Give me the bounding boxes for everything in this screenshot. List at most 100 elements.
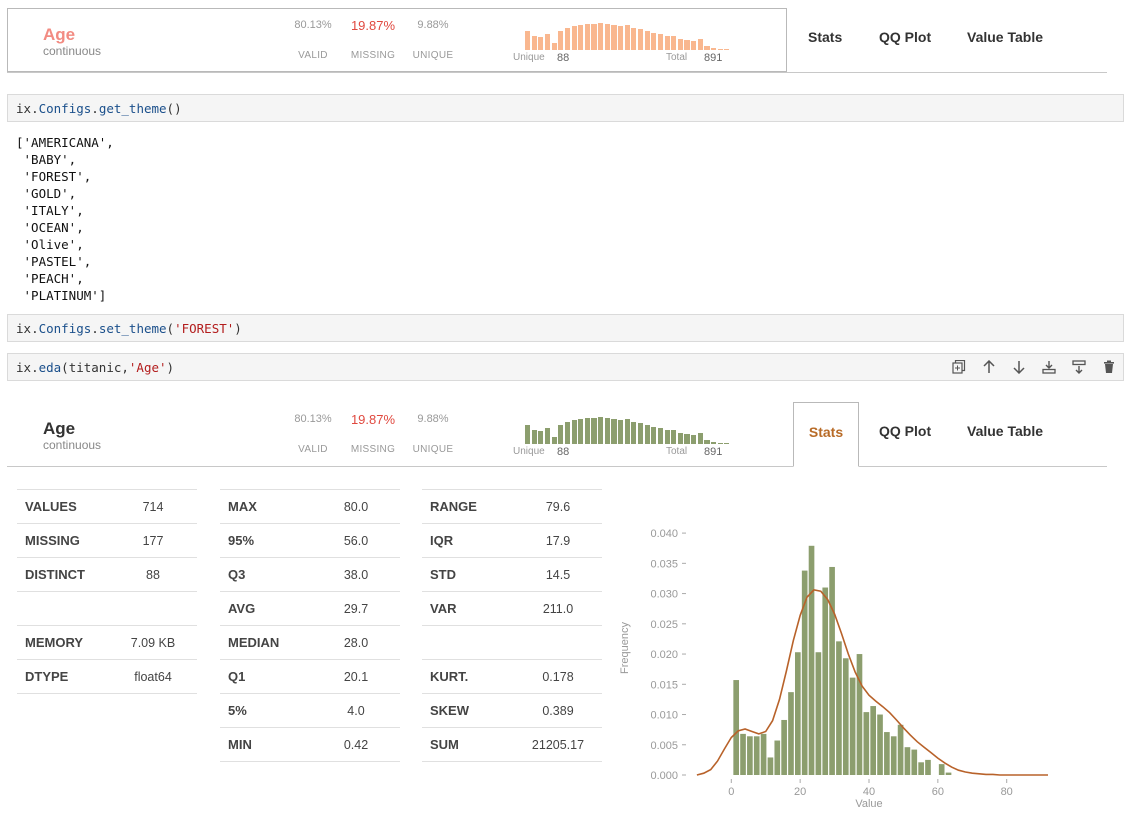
code-token: ): [234, 321, 242, 336]
stat-label: MISSING: [25, 533, 80, 548]
stat-value: 88: [146, 568, 160, 582]
stat-label: MEMORY: [25, 635, 84, 650]
mini-histogram-bar: [631, 422, 637, 444]
stat-label: Q3: [228, 567, 246, 582]
code-token: (: [166, 321, 175, 336]
unique-label: UNIQUE: [412, 50, 454, 61]
tab-qq-plot[interactable]: QQ Plot: [879, 402, 931, 466]
mini-histogram-bar: [651, 426, 657, 444]
stat-value: 211.0: [542, 602, 574, 616]
mini-histogram-bar: [564, 28, 570, 50]
histogram-bar: [829, 566, 835, 775]
mini-histogram-bar: [558, 31, 564, 50]
copy-icon[interactable]: [951, 359, 967, 375]
x-axis-label: Value: [855, 798, 882, 810]
mini-histogram: [525, 20, 731, 50]
code-set-theme[interactable]: ix.Configs.set_theme('FOREST'): [16, 321, 242, 336]
mini-histogram-bar: [664, 430, 670, 444]
mini-histogram-bar: [691, 41, 697, 50]
stat-row: SUM 21205.17: [422, 728, 602, 762]
stat-row: KURT. 0.178: [422, 660, 602, 694]
unique-count: 88: [557, 52, 570, 64]
histogram-bar: [863, 712, 870, 775]
tab-value-table[interactable]: Value Table: [967, 8, 1043, 72]
total-text: Total: [666, 52, 688, 63]
total-count: 891: [704, 52, 723, 64]
histogram-bar: [747, 736, 753, 775]
move-up-icon[interactable]: [981, 359, 997, 375]
code-cell-get-theme[interactable]: ix.Configs.get_theme(): [7, 94, 1124, 122]
tab-stats[interactable]: Stats: [793, 402, 859, 467]
code-eda[interactable]: ix.eda(titanic,'Age'): [16, 360, 174, 375]
histogram-bar: [733, 680, 740, 775]
histogram-bar: [911, 749, 918, 775]
delete-icon[interactable]: [1101, 359, 1117, 375]
mini-histogram-bar: [711, 441, 717, 444]
mini-histogram-bar: [651, 32, 657, 50]
x-tick-label: 40: [863, 786, 875, 798]
cell-toolbar: [951, 359, 1117, 375]
histogram-bar: [767, 757, 774, 775]
code-cell-eda[interactable]: ix.eda(titanic,'Age'): [7, 353, 1124, 381]
histogram-bar: [918, 762, 924, 775]
mini-histogram-bar: [551, 436, 557, 444]
stat-value: 14.5: [545, 568, 571, 582]
stat-row: RANGE 79.6: [422, 490, 602, 524]
stats-table-counts: VALUES 714 MISSING 177 DISTINCT 88 MEMORY 7.09 …: [17, 489, 197, 694]
tab-value-table[interactable]: Value Table: [967, 402, 1043, 466]
stat-value: 0.42: [343, 738, 369, 752]
y-tick-label: 0.010: [650, 710, 678, 722]
y-tick-label: 0.020: [650, 649, 678, 661]
y-tick-label: 0.015: [650, 679, 678, 691]
cell-output: ['AMERICANA', 'BABY', 'FOREST', 'GOLD', …: [16, 135, 114, 303]
stat-label: RANGE: [430, 499, 477, 514]
histogram-bar: [740, 733, 746, 775]
stat-label: 5%: [228, 703, 247, 718]
unique-percent: 9.88%: [417, 19, 449, 31]
stat-row: Q3 38.0: [220, 558, 400, 592]
code-token: .: [31, 360, 39, 375]
histogram-bar: [945, 772, 952, 775]
mini-histogram-bar: [618, 26, 624, 50]
mini-histogram-bar: [584, 23, 590, 50]
tab-stats[interactable]: Stats: [808, 8, 842, 72]
code-get-theme[interactable]: ix.Configs.get_theme(): [16, 101, 182, 116]
mini-histogram-bar: [664, 36, 670, 50]
stat-label: SKEW: [430, 703, 469, 718]
stat-value: 714: [142, 500, 164, 514]
top-summary-header: Age continuous 80.13% 19.87% 9.88% VALID…: [7, 8, 1107, 73]
histogram-bar: [822, 587, 829, 775]
missing-percent: 19.87%: [350, 18, 396, 33]
mini-histogram-bar: [724, 48, 730, 50]
stat-value: 20.1: [343, 670, 369, 684]
tab-qq-plot[interactable]: QQ Plot: [879, 8, 931, 72]
code-token: ix: [16, 321, 32, 336]
code-token: Configs: [38, 321, 92, 336]
stat-label: Q1: [228, 669, 246, 684]
mini-histogram-bar: [604, 24, 610, 50]
insert-below-icon[interactable]: [1041, 359, 1057, 375]
stat-row: VALUES 714: [17, 490, 197, 524]
y-tick-label: 0.030: [650, 589, 678, 601]
stat-value: 21205.17: [531, 738, 585, 752]
code-token: (titanic,: [61, 360, 129, 375]
histogram-bar: [781, 719, 787, 775]
unique-text: Unique: [513, 52, 545, 63]
stat-row: 5% 4.0: [220, 694, 400, 728]
x-tick-label: 60: [932, 786, 944, 798]
valid-percent: 80.13%: [294, 19, 332, 31]
move-down-icon[interactable]: [1011, 359, 1027, 375]
mini-histogram-bar: [591, 418, 597, 444]
code-cell-set-theme[interactable]: ix.Configs.set_theme('FOREST'): [7, 314, 1124, 342]
stat-row: MIN 0.42: [220, 728, 400, 762]
stat-value: 17.9: [545, 534, 571, 548]
merge-icon[interactable]: [1071, 359, 1087, 375]
missing-label: MISSING: [350, 444, 396, 455]
stat-label: MAX: [228, 499, 257, 514]
stat-row: VAR 211.0: [422, 592, 602, 626]
histogram-bar: [760, 733, 767, 775]
stat-value: 38.0: [343, 568, 369, 582]
column-name: Age: [43, 25, 76, 44]
mini-histogram-bar: [611, 24, 617, 50]
mini-histogram-bar: [631, 28, 637, 50]
